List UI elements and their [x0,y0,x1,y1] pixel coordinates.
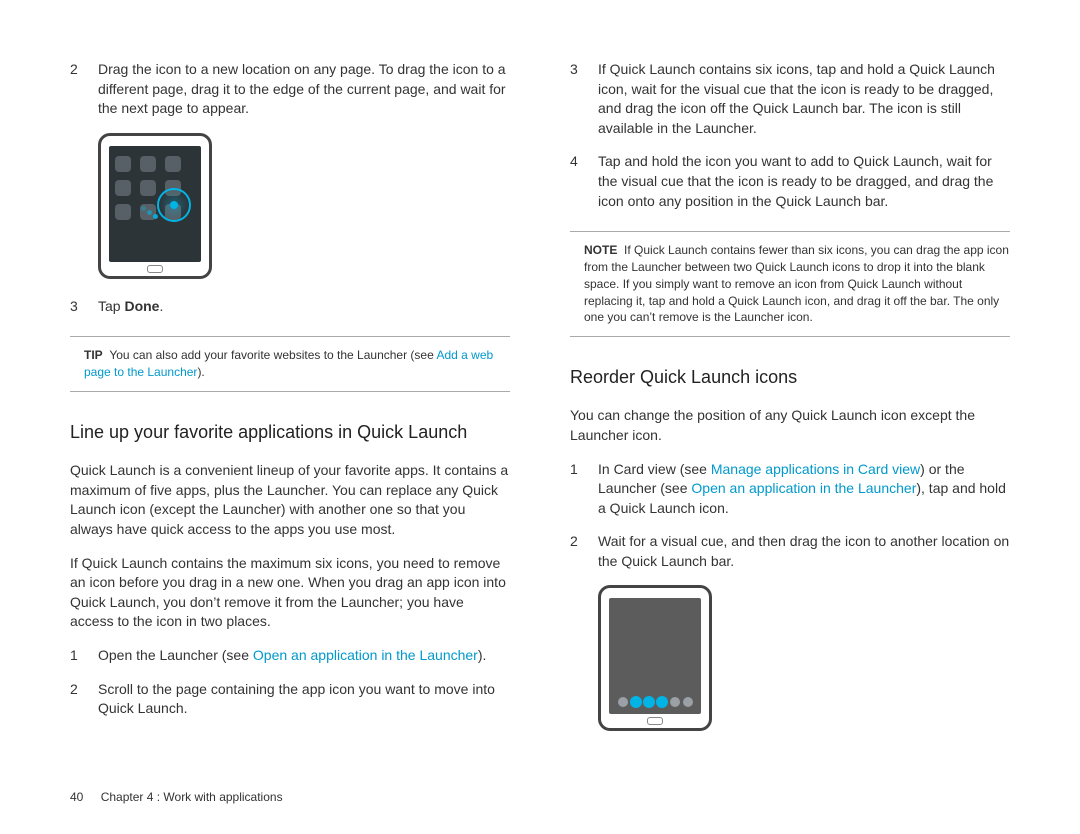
step-3b: 3 If Quick Launch contains six icons, ta… [570,60,1010,138]
right-column: 3 If Quick Launch contains six icons, ta… [570,60,1010,743]
step-text: Drag the icon to a new location on any p… [98,60,510,119]
step-number: 1 [70,646,98,666]
page-footer: 40 Chapter 4 : Work with applications [70,789,283,806]
step-2: 2 Drag the icon to a new location on any… [70,60,510,119]
step-number: 2 [570,532,598,571]
page-content: 2 Drag the icon to a new location on any… [0,0,1080,743]
step-4: 4 Tap and hold the icon you want to add … [570,152,1010,211]
tip-label: TIP [84,348,103,362]
step-text: Open the Launcher (see Open an applicati… [98,646,510,666]
reorder-step-1: 1 In Card view (see Manage applications … [570,460,1010,519]
step-number: 2 [70,680,98,719]
tip-callout: TIP You can also add your favorite websi… [70,336,510,392]
step-number: 2 [70,60,98,119]
step-2b: 2 Scroll to the page containing the app … [70,680,510,719]
paragraph: Quick Launch is a convenient lineup of y… [70,461,510,539]
paragraph: You can change the position of any Quick… [570,406,1010,445]
heading-quick-launch-lineup: Line up your favorite applications in Qu… [70,420,510,445]
step-3: 3 Tap Done. [70,297,510,317]
step-text: In Card view (see Manage applications in… [598,460,1010,519]
tablet-drag-illustration [98,133,212,279]
step-1: 1 Open the Launcher (see Open an applica… [70,646,510,666]
step-text: Wait for a visual cue, and then drag the… [598,532,1010,571]
tablet-dock-illustration [598,585,712,731]
step-text: Tap and hold the icon you want to add to… [598,152,1010,211]
touch-indicator-icon [157,188,191,222]
step-number: 1 [570,460,598,519]
page-number: 40 [70,790,83,804]
link-open-launcher[interactable]: Open an application in the Launcher [253,647,478,663]
step-number: 3 [570,60,598,138]
step-number: 4 [570,152,598,211]
chapter-label: Chapter 4 : Work with applications [101,790,283,804]
step-number: 3 [70,297,98,317]
step-text: Scroll to the page containing the app ic… [98,680,510,719]
step-text: If Quick Launch contains six icons, tap … [598,60,1010,138]
heading-reorder-icons: Reorder Quick Launch icons [570,365,1010,390]
link-open-launcher-2[interactable]: Open an application in the Launcher [691,480,916,496]
quick-launch-dock [613,694,697,710]
paragraph: If Quick Launch contains the maximum six… [70,554,510,632]
reorder-step-2: 2 Wait for a visual cue, and then drag t… [570,532,1010,571]
left-column: 2 Drag the icon to a new location on any… [70,60,510,743]
step-text: Tap Done. [98,297,510,317]
link-card-view[interactable]: Manage applications in Card view [711,461,920,477]
note-label: NOTE [584,243,617,257]
note-callout: NOTE If Quick Launch contains fewer than… [570,231,1010,337]
